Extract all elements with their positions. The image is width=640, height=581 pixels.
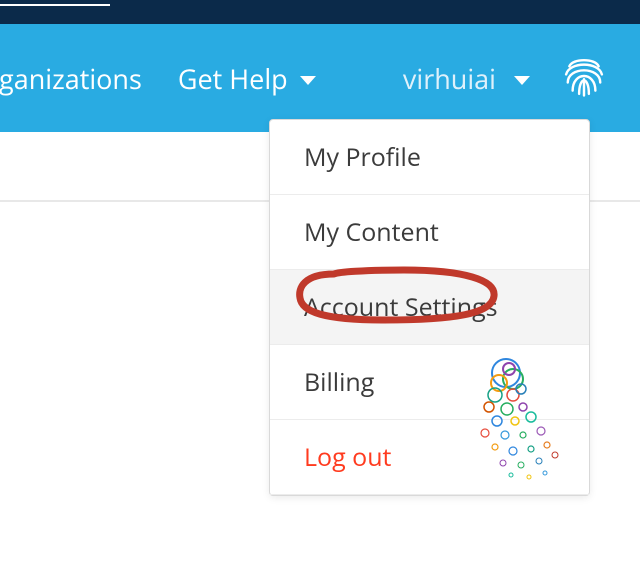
nav-get-help-label: Get Help	[178, 60, 288, 97]
dropdown-item-profile[interactable]: My Profile	[270, 120, 589, 195]
nav-organizations[interactable]: rganizations	[0, 60, 142, 97]
dropdown-item-label: Account Settings	[304, 290, 498, 324]
dropdown-item-billing[interactable]: Billing	[270, 345, 589, 420]
nav-left: rganizations Get Help	[0, 60, 316, 97]
chevron-down-icon	[514, 76, 530, 85]
nav-get-help[interactable]: Get Help	[178, 60, 316, 97]
dropdown-item-content[interactable]: My Content	[270, 195, 589, 270]
dropdown-item-logout[interactable]: Log out	[270, 420, 589, 495]
fingerprint-icon[interactable]	[558, 50, 610, 107]
dropdown-item-label: Billing	[304, 365, 374, 399]
nav-organizations-label: rganizations	[0, 60, 142, 97]
user-dropdown: My Profile My Content Account Settings B…	[269, 119, 590, 496]
dropdown-item-label: My Profile	[304, 140, 421, 174]
dropdown-item-label: My Content	[304, 215, 439, 249]
user-menu[interactable]: virhuiai	[403, 60, 530, 97]
nav-right: virhuiai	[403, 50, 610, 107]
dropdown-item-label: Log out	[304, 440, 391, 474]
chevron-down-icon	[300, 76, 316, 85]
dropdown-item-account-settings[interactable]: Account Settings	[270, 270, 589, 345]
username-label: virhuiai	[403, 60, 496, 97]
navbar: rganizations Get Help virhuiai	[0, 24, 640, 132]
topbar	[0, 0, 640, 24]
